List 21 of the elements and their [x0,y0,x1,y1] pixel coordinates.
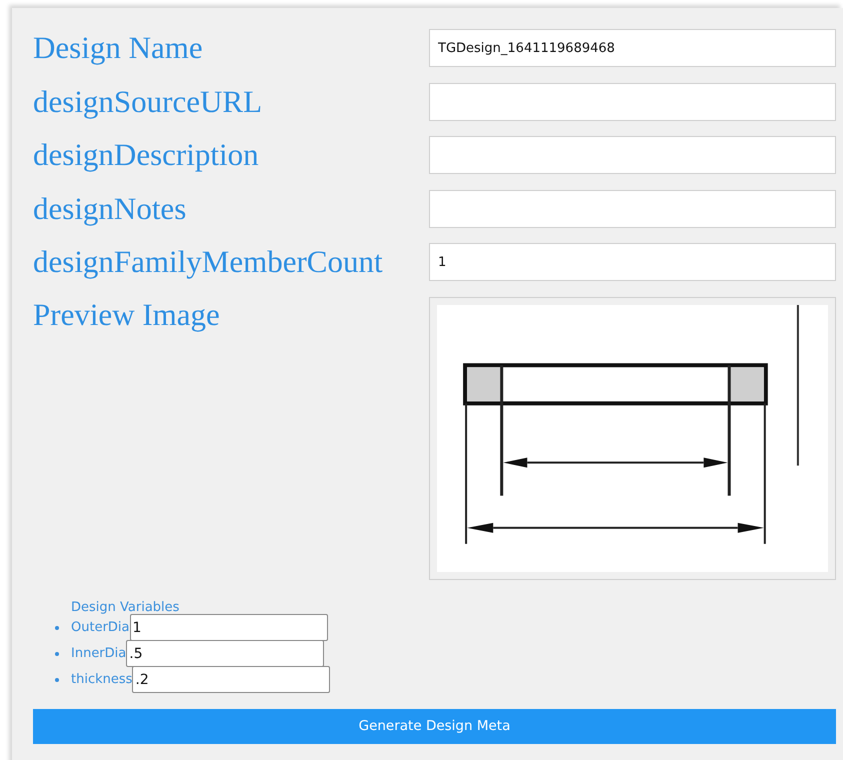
field-label: designFamilyMemberCount [33,244,383,280]
variable-label: InnerDia [71,646,126,661]
variable-label: thickness [71,672,132,687]
input-field[interactable] [429,190,836,228]
bullet-icon [55,652,59,656]
field-label: Design Name [33,30,203,66]
field-label: Preview Image [33,296,220,332]
input-field[interactable] [429,82,836,120]
input-field[interactable] [429,136,836,174]
section-title: Design Variables [71,600,180,614]
bullet-icon [55,678,59,682]
input-field[interactable]: 1 [130,614,328,641]
input-field[interactable]: TGDesign_1641119689468 [429,29,836,67]
variable-label: OuterDia [71,620,130,635]
bullet-icon [55,626,59,630]
input-field[interactable]: .5 [126,640,324,667]
field-label: designDescription [33,137,259,173]
input-field[interactable]: 1 [429,243,836,281]
input-field[interactable]: .2 [132,666,330,693]
field-label: designNotes [33,190,186,226]
field-label: designSourceURL [33,84,262,120]
